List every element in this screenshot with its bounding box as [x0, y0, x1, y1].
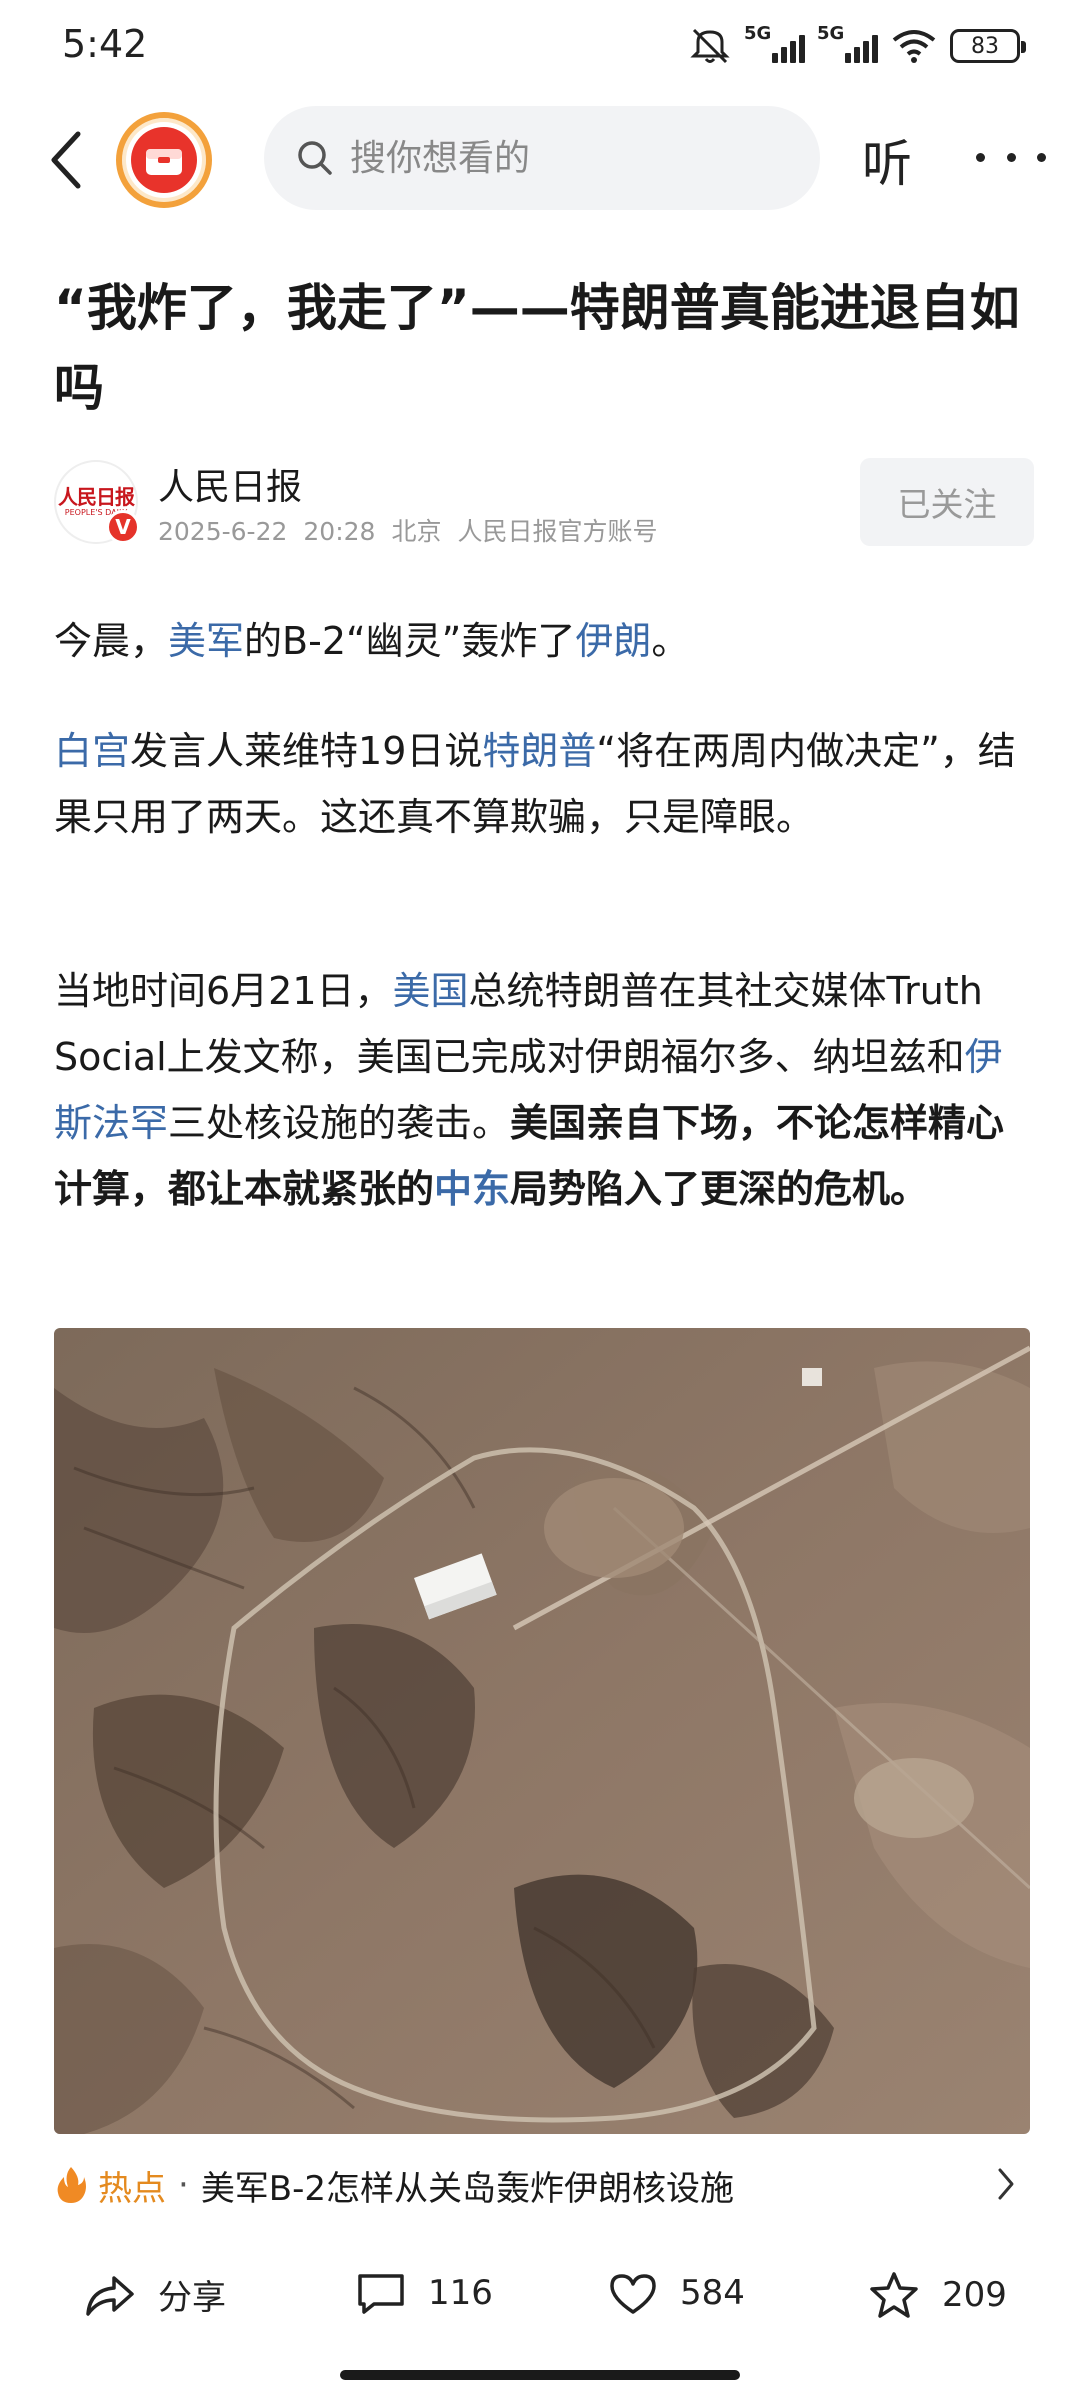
wifi-icon [892, 30, 936, 63]
share-label: 分享 [158, 2278, 226, 2318]
comment-count: 116 [428, 2273, 493, 2313]
topic-link[interactable]: 美军 [168, 619, 244, 663]
hot-label: 热点 [98, 2168, 166, 2209]
topic-link[interactable]: 白宫 [54, 729, 130, 773]
app-logo[interactable] [116, 112, 212, 208]
verified-badge: V [106, 510, 140, 544]
more-button[interactable] [976, 122, 1046, 192]
top-nav: 听 [0, 100, 1080, 220]
signal-icon: 5G [744, 23, 805, 63]
article-paragraph-3: 当地时间6月21日，美国总统特朗普在其社交媒体Truth Social上发文称，… [54, 969, 1005, 1211]
heart-icon [610, 2274, 656, 2314]
favorite-count: 209 [942, 2275, 1007, 2315]
hot-separator: · [178, 2165, 189, 2205]
status-time: 5:42 [62, 22, 148, 66]
search-bar[interactable] [264, 106, 820, 210]
share-icon [86, 2275, 134, 2316]
follow-button[interactable]: 已关注 [860, 458, 1034, 546]
battery-icon: 83 [950, 29, 1026, 63]
author-meta: 2025-6-22 20:28 北京 人民日报官方账号 [158, 512, 673, 548]
account-type: 人民日报官方账号 [457, 517, 658, 546]
signal-icon: 5G [817, 23, 878, 63]
like-count: 584 [680, 2273, 745, 2313]
status-bar: 5:42 5G 5G 83 [0, 0, 1080, 96]
hot-topic-text: 美军B-2怎样从关岛轰炸伊朗核设施 [200, 2168, 735, 2209]
status-icons: 5G 5G 83 [688, 23, 1026, 66]
share-button[interactable]: 分享 [84, 2270, 226, 2319]
hot-topic-link[interactable]: 热点 · 美军B-2怎样从关岛轰炸伊朗核设施 [54, 2150, 1030, 2220]
fire-icon [57, 2167, 86, 2203]
article-paragraph-2: 白宫发言人莱维特19日说特朗普“将在两周内做决定”，结果只用了两天。这还真不算欺… [54, 729, 1016, 839]
network-label-1: 5G [744, 23, 772, 44]
more-icon [976, 152, 985, 162]
publish-location: 北京 [391, 517, 442, 546]
publish-time: 20:28 [303, 517, 376, 546]
comment-icon [358, 2274, 404, 2314]
news-app-icon [131, 127, 197, 193]
mute-icon [690, 28, 730, 64]
search-input[interactable] [350, 137, 790, 179]
topic-link[interactable]: 中东 [434, 1167, 510, 1211]
article-title: “我炸了，我走了”——特朗普真能进退自如吗 [54, 279, 1020, 417]
avatar-logo-text: 人民日报 [58, 485, 135, 509]
back-button[interactable] [36, 122, 96, 198]
author-name[interactable]: 人民日报 [158, 458, 302, 510]
network-label-2: 5G [817, 23, 845, 44]
comment-button[interactable]: 116 [356, 2270, 493, 2316]
search-icon [298, 141, 332, 175]
topic-link[interactable]: 美国 [393, 969, 469, 1013]
favorite-button[interactable]: 209 [868, 2270, 1007, 2320]
topic-link[interactable]: 伊朗 [575, 619, 651, 663]
article-image-satellite[interactable] [54, 1328, 1030, 2134]
back-icon [51, 131, 81, 189]
home-indicator[interactable] [340, 2370, 740, 2380]
article-paragraph-1: 今晨，美军的B-2“幽灵”轰炸了伊朗。 [54, 619, 690, 663]
star-icon [870, 2272, 918, 2318]
bottom-action-bar: 分享 116 584 209 [0, 2250, 1080, 2350]
like-button[interactable]: 584 [608, 2270, 745, 2316]
chevron-right-icon [998, 2168, 1014, 2200]
topic-link[interactable]: 特朗普 [482, 729, 596, 773]
publish-date: 2025-6-22 [158, 517, 288, 546]
author-row: 人民日报 PEOPLE'S DAILY V 人民日报 2025-6-22 20:2… [54, 456, 1034, 556]
listen-button[interactable]: 听 [862, 124, 912, 196]
